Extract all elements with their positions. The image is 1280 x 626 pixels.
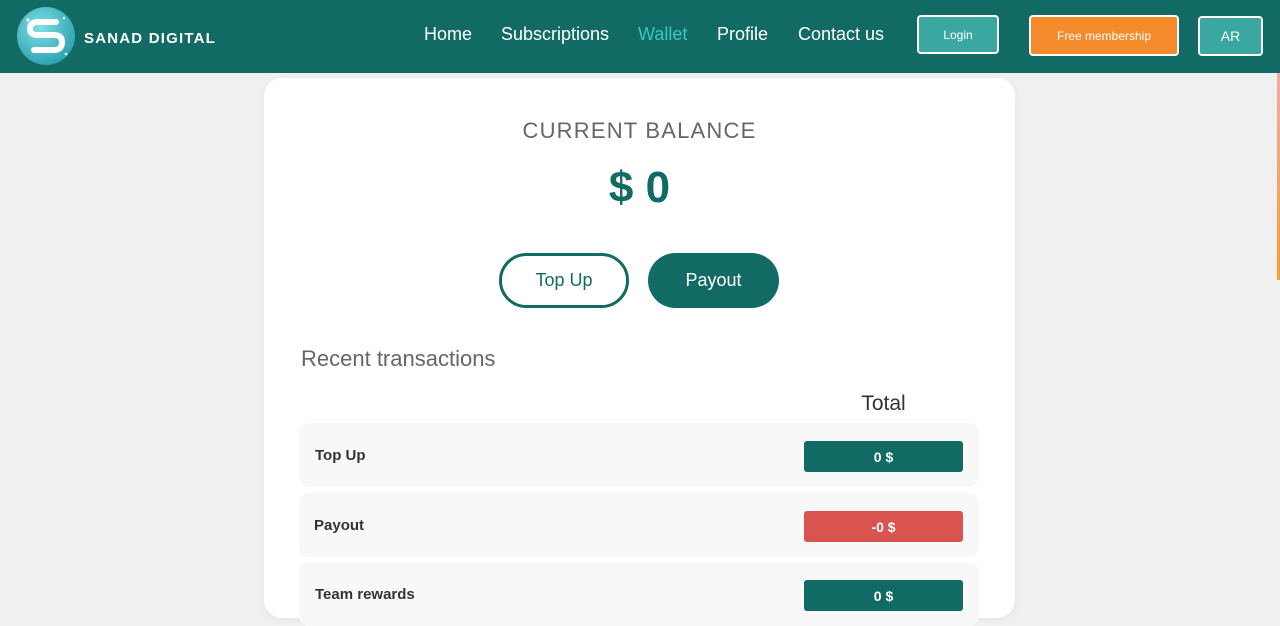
brand-name: SANAD DIGITAL xyxy=(84,29,216,47)
top-up-button[interactable]: Top Up xyxy=(499,253,629,308)
login-button[interactable]: Login xyxy=(917,15,999,54)
transaction-amount: 0 $ xyxy=(804,580,963,611)
nav-contact-link[interactable]: Contact us xyxy=(798,24,884,45)
payout-button[interactable]: Payout xyxy=(648,253,779,308)
transaction-label: Payout xyxy=(314,517,365,534)
wallet-card: CURRENT BALANCE $ 0 Top Up Payout Recent… xyxy=(264,78,1015,626)
transaction-row: Top Up 0 $ xyxy=(299,423,979,487)
balance-amount: $ 0 xyxy=(608,163,671,212)
transaction-amount: -0 $ xyxy=(804,511,963,542)
nav-wallet-link[interactable]: Wallet xyxy=(638,24,687,45)
nav-home-link[interactable]: Home xyxy=(424,24,472,45)
free-membership-button[interactable]: Free membership xyxy=(1029,15,1179,56)
sanad-logo-icon xyxy=(17,7,75,65)
top-navbar: SANAD DIGITAL Home Subscriptions Wallet … xyxy=(0,0,1280,73)
total-column-header: Total xyxy=(861,392,906,415)
transaction-label: Team rewards xyxy=(315,586,415,603)
transaction-label: Top Up xyxy=(315,447,366,464)
nav-profile-link[interactable]: Profile xyxy=(717,24,768,45)
transaction-row: Team rewards 0 $ xyxy=(299,562,979,626)
language-toggle-button[interactable]: AR xyxy=(1198,16,1263,56)
recent-transactions-title: Recent transactions xyxy=(301,346,496,371)
nav-subscriptions-link[interactable]: Subscriptions xyxy=(501,24,609,45)
transaction-amount: 0 $ xyxy=(804,441,963,472)
transaction-row: Payout -0 $ xyxy=(299,493,979,557)
balance-title: CURRENT BALANCE xyxy=(522,118,757,143)
brand-logo[interactable]: SANAD DIGITAL xyxy=(16,6,216,66)
